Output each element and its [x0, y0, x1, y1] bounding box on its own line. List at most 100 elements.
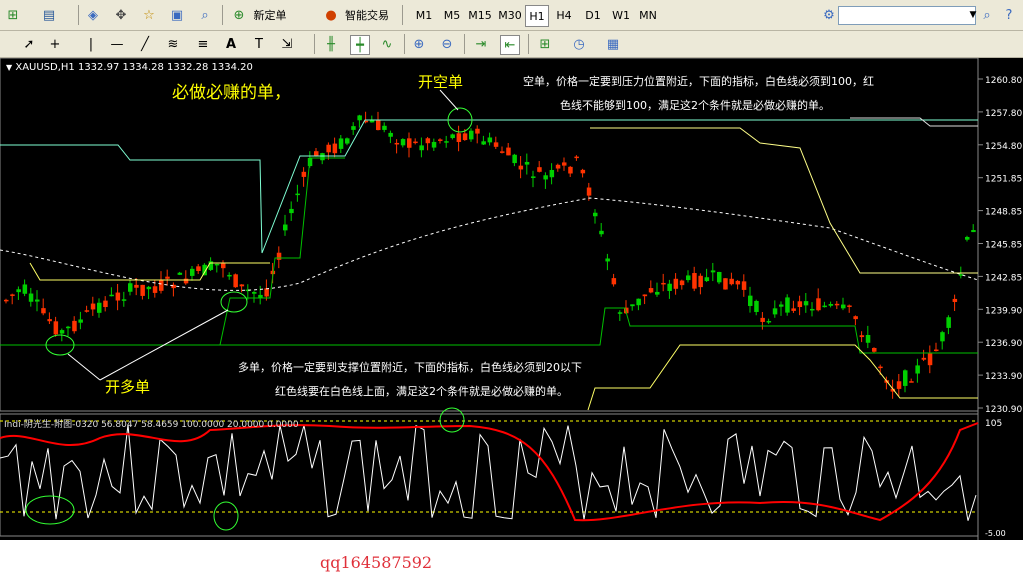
- search-icon[interactable]: ⌕: [978, 6, 996, 24]
- bar-chart-icon[interactable]: ╫: [322, 35, 340, 53]
- candle-body: [444, 141, 449, 143]
- candle-body: [53, 321, 59, 335]
- candle-body: [233, 274, 238, 288]
- tf-d1[interactable]: D1: [582, 5, 604, 25]
- candle-body: [766, 320, 772, 323]
- fibonacci-icon[interactable]: ≡: [194, 35, 212, 53]
- price-chart[interactable]: 1260.80 1257.80 1254.80 1251.85 1248.85 1245.…: [0, 58, 1023, 540]
- zoom-in-icon[interactable]: ⊕: [410, 35, 428, 53]
- auto-trade-button[interactable]: 智能交易: [342, 4, 392, 26]
- candle-body: [276, 252, 282, 260]
- candle-body: [47, 319, 52, 322]
- candle-chart-icon[interactable]: ┿: [350, 35, 370, 55]
- candle-body: [828, 304, 834, 306]
- terminal-icon[interactable]: ▣: [168, 6, 186, 24]
- help-icon[interactable]: ?: [1000, 6, 1018, 24]
- price-tick-label: 1233.90: [985, 372, 1022, 382]
- candle-body: [320, 153, 325, 161]
- candle-body: [289, 208, 294, 214]
- candle-body: [109, 294, 114, 297]
- candle-body: [388, 132, 393, 137]
- crosshair-icon[interactable]: ✥: [112, 6, 130, 24]
- candle-body: [66, 326, 71, 329]
- indicator-header: Indi-阴光生-附图-0320 56.8047 58.4659 100.000…: [4, 420, 299, 430]
- candle-body: [735, 280, 741, 285]
- price-tick-label: 1242.85: [985, 273, 1022, 283]
- market-watch-icon[interactable]: ◈: [84, 6, 102, 24]
- candle-body: [531, 176, 536, 178]
- cursor-icon[interactable]: ➚: [20, 35, 38, 53]
- candle-body: [927, 353, 933, 366]
- new-order-button[interactable]: 新定单: [250, 4, 290, 26]
- candle-body: [103, 300, 108, 308]
- auto-trade-icon[interactable]: ●: [322, 6, 340, 24]
- tf-m5[interactable]: M5: [440, 5, 464, 25]
- navigator-icon[interactable]: ☆: [140, 6, 158, 24]
- candle-body: [326, 144, 331, 153]
- candle-body: [338, 138, 344, 149]
- top-band-line: [850, 117, 978, 127]
- trendline-icon[interactable]: ╱: [136, 35, 154, 53]
- vertical-line-icon[interactable]: |: [82, 35, 100, 53]
- footer-area: qq164587592: [0, 540, 1023, 585]
- tf-h4[interactable]: H4: [553, 5, 575, 25]
- tf-mn[interactable]: MN: [636, 5, 660, 25]
- open-short-label: 开空单: [418, 73, 464, 91]
- price-tick-label: 1248.85: [985, 208, 1022, 218]
- open-long-label: 开多单: [105, 378, 151, 396]
- candle-body: [673, 278, 679, 289]
- candle-body: [512, 154, 517, 164]
- candle-body: [841, 304, 846, 309]
- candle-body: [865, 334, 871, 343]
- settings-gear-icon[interactable]: ⚙: [820, 6, 838, 24]
- tester-icon[interactable]: ⌕: [196, 6, 214, 24]
- channel-icon[interactable]: ≋: [164, 35, 182, 53]
- candle-body: [946, 317, 951, 328]
- candle-body: [816, 298, 821, 311]
- candle-body: [506, 147, 511, 156]
- templates-icon[interactable]: ▦: [604, 35, 622, 53]
- autoscroll-icon[interactable]: ⇥: [472, 35, 490, 53]
- crosshair-tool-icon[interactable]: +: [46, 35, 64, 53]
- candle-body: [971, 230, 976, 233]
- tf-w1[interactable]: W1: [610, 5, 632, 25]
- candle-body: [686, 275, 691, 281]
- candle-body: [748, 295, 753, 306]
- zoom-out-icon[interactable]: ⊖: [438, 35, 456, 53]
- candle-body: [10, 294, 15, 296]
- tf-h1[interactable]: H1: [525, 5, 549, 27]
- arrows-icon[interactable]: ⇲: [278, 35, 296, 53]
- indicator-pane-frame: [0, 413, 979, 537]
- candle-body: [431, 141, 437, 148]
- profiles-icon[interactable]: ▤: [40, 6, 58, 24]
- price-tick-label: 1254.80: [985, 142, 1022, 152]
- candle-body: [679, 280, 685, 286]
- text-icon[interactable]: A: [222, 35, 240, 53]
- lower-channel-line-2: [587, 344, 978, 411]
- tf-m15[interactable]: M15: [466, 5, 494, 25]
- candle-body: [332, 143, 338, 154]
- tf-m30[interactable]: M30: [496, 5, 524, 25]
- tf-m1[interactable]: M1: [412, 5, 436, 25]
- support-line-lower: [0, 307, 978, 354]
- short-note-line2: 色线不能够到100，满足这2个条件就是必做必赚的单。: [560, 99, 830, 112]
- candle-body: [785, 297, 790, 313]
- horizontal-line-icon[interactable]: —: [108, 35, 126, 53]
- candle-body: [413, 141, 418, 144]
- candle-body: [97, 302, 102, 313]
- text-label-icon[interactable]: T: [250, 35, 268, 53]
- search-input[interactable]: [838, 6, 976, 25]
- indicators-icon[interactable]: ⊞: [536, 35, 554, 53]
- periods-clock-icon[interactable]: ◷: [570, 35, 588, 53]
- new-order-icon[interactable]: ⊕: [230, 6, 248, 24]
- line-chart-icon[interactable]: ∿: [378, 35, 396, 53]
- candle-body: [159, 280, 164, 291]
- candle-body: [419, 145, 424, 151]
- candle-body: [636, 298, 641, 306]
- indicator-tick-label: -5.00: [985, 529, 1006, 538]
- chart-shift-icon[interactable]: ⇤: [500, 35, 520, 55]
- chart-window[interactable]: 1260.80 1257.80 1254.80 1251.85 1248.85 1245.…: [0, 58, 1023, 540]
- candle-body: [16, 289, 21, 293]
- new-chart-icon[interactable]: ⊞: [4, 6, 22, 24]
- candle-body: [717, 271, 722, 283]
